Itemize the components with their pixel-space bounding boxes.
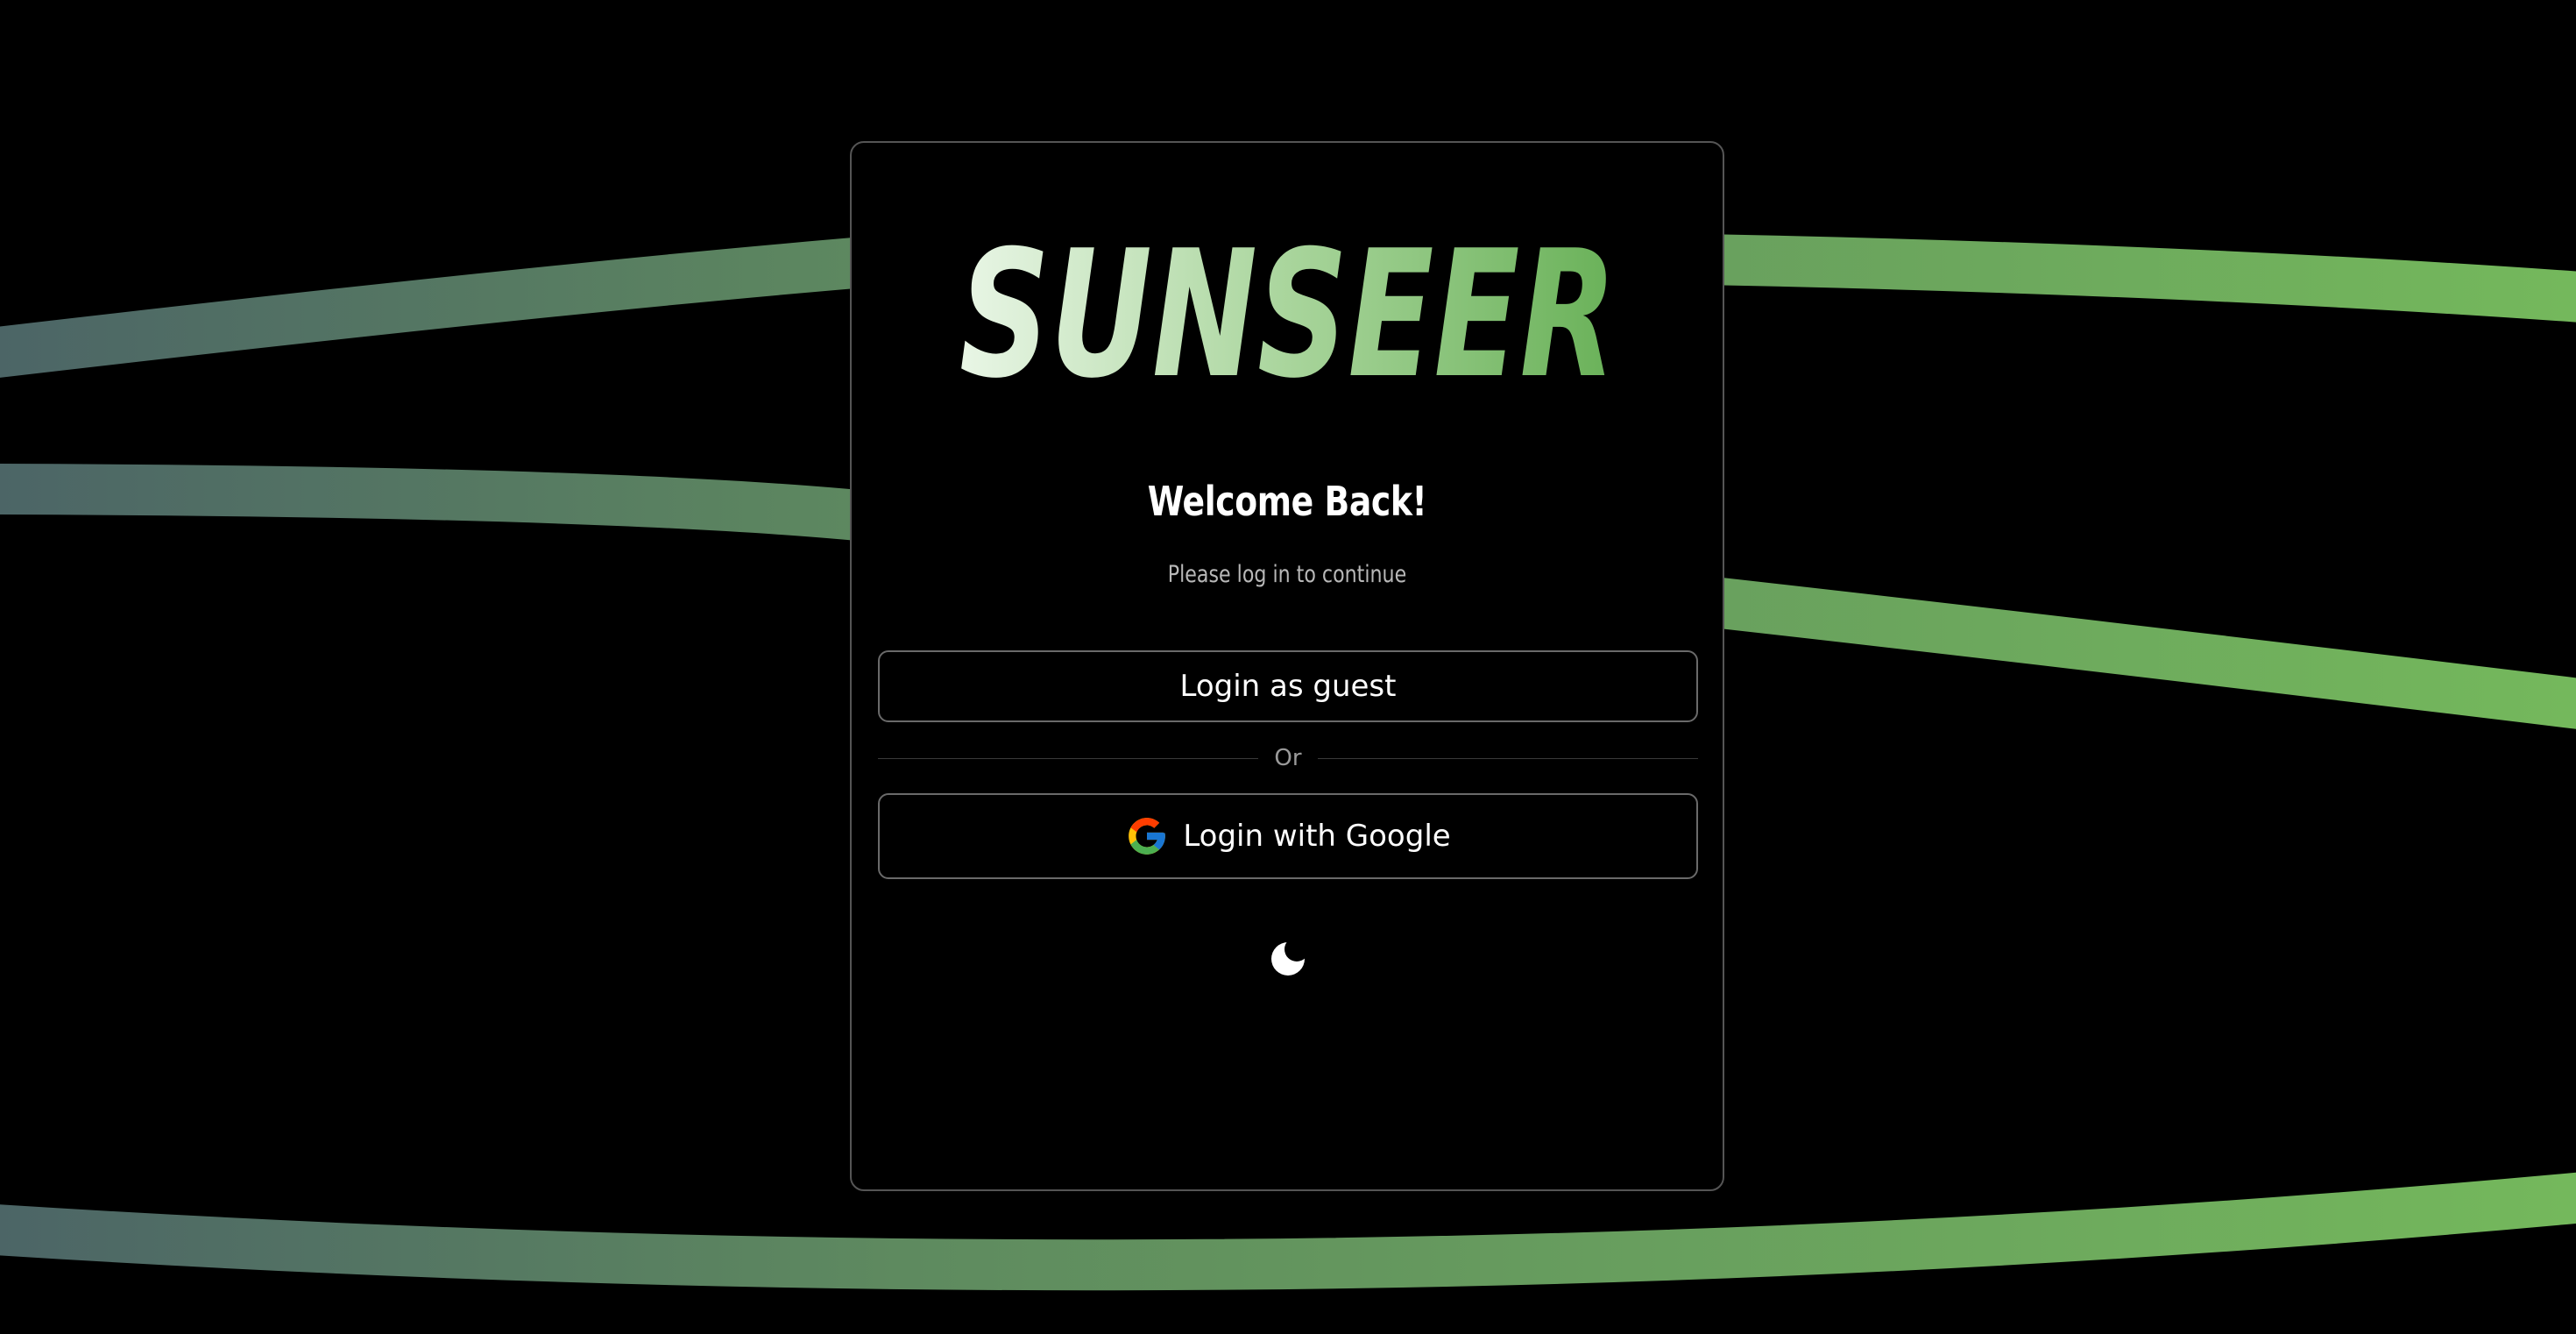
- brand-name: SUNSEER: [959, 215, 1617, 390]
- wave-3: [0, 1172, 2576, 1291]
- google-logo-icon: [1129, 818, 1166, 855]
- login-as-guest-label: Login as guest: [1179, 669, 1397, 704]
- moon-icon[interactable]: [1268, 939, 1308, 979]
- login-with-google-button[interactable]: Login with Google: [878, 793, 1698, 879]
- page-title: Welcome Back!: [1147, 478, 1427, 525]
- login-as-guest-button[interactable]: Login as guest: [878, 650, 1698, 722]
- login-with-google-label: Login with Google: [1183, 819, 1451, 854]
- page-subtitle: Please log in to continue: [1167, 561, 1407, 588]
- divider-line-right: [1317, 757, 1698, 759]
- brand-logo: SUNSEER: [959, 215, 1617, 390]
- divider-label: Or: [1274, 745, 1302, 771]
- or-divider: Or: [878, 741, 1698, 776]
- divider-line-left: [878, 757, 1259, 759]
